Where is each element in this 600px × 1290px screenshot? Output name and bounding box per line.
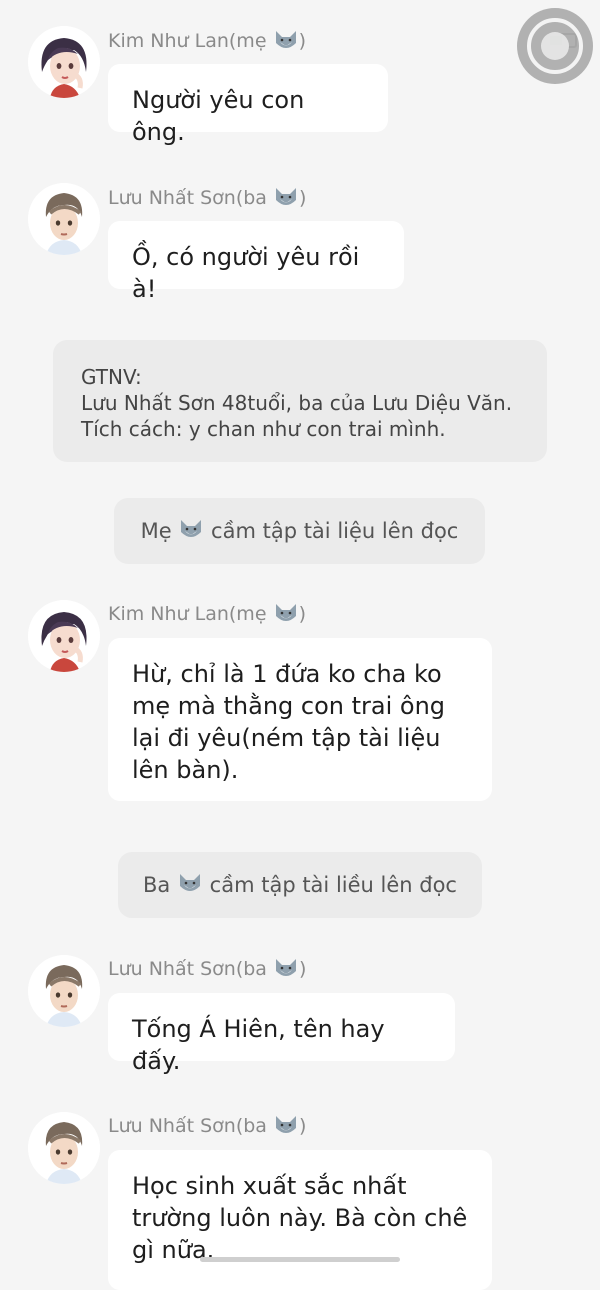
message-bubble: Hừ, chỉ là 1 đứa ko cha ko mẹ mà thằng c…	[108, 638, 492, 801]
character-intro-note: GTNV: Lưu Nhất Sơn 48tuổi, ba của Lưu Di…	[53, 340, 547, 462]
wolf-emoji-icon	[273, 186, 299, 213]
speaker-name: Lưu Nhất Sơn(ba )	[108, 1114, 306, 1141]
wolf-emoji-icon	[273, 1114, 299, 1141]
wolf-emoji-icon	[273, 29, 299, 56]
speaker-name: Kim Như Lan(mẹ )	[108, 602, 306, 629]
avatar-mother	[28, 26, 100, 98]
avatar-father	[28, 1112, 100, 1184]
wolf-emoji-icon	[273, 957, 299, 984]
speaker-name: Lưu Nhất Sơn(ba )	[108, 186, 306, 213]
narration-box: Mẹ cầm tập tài liệu lên đọc	[114, 498, 485, 564]
avatar-father	[28, 955, 100, 1027]
message-bubble: Tống Á Hiên, tên hay đấy.	[108, 993, 455, 1075]
narration-box: Ba cầm tập tài liều lên đọc	[118, 852, 482, 918]
wolf-emoji-icon	[273, 602, 299, 629]
message-bubble: Ồ, có người yêu rồi à!	[108, 221, 404, 303]
speaker-name: Kim Như Lan(mẹ )	[108, 29, 306, 56]
avatar-mother	[28, 600, 100, 672]
message-bubble: Học sinh xuất sắc nhất trường luôn này. …	[108, 1150, 492, 1290]
avatar-father	[28, 183, 100, 255]
speaker-name: Lưu Nhất Sơn(ba )	[108, 957, 306, 984]
message-bubble: Người yêu con ông.	[108, 64, 388, 146]
floating-scroll-button[interactable]	[517, 8, 593, 84]
home-indicator[interactable]	[200, 1257, 400, 1262]
wolf-emoji-icon	[178, 518, 204, 545]
wolf-emoji-icon	[177, 872, 203, 899]
